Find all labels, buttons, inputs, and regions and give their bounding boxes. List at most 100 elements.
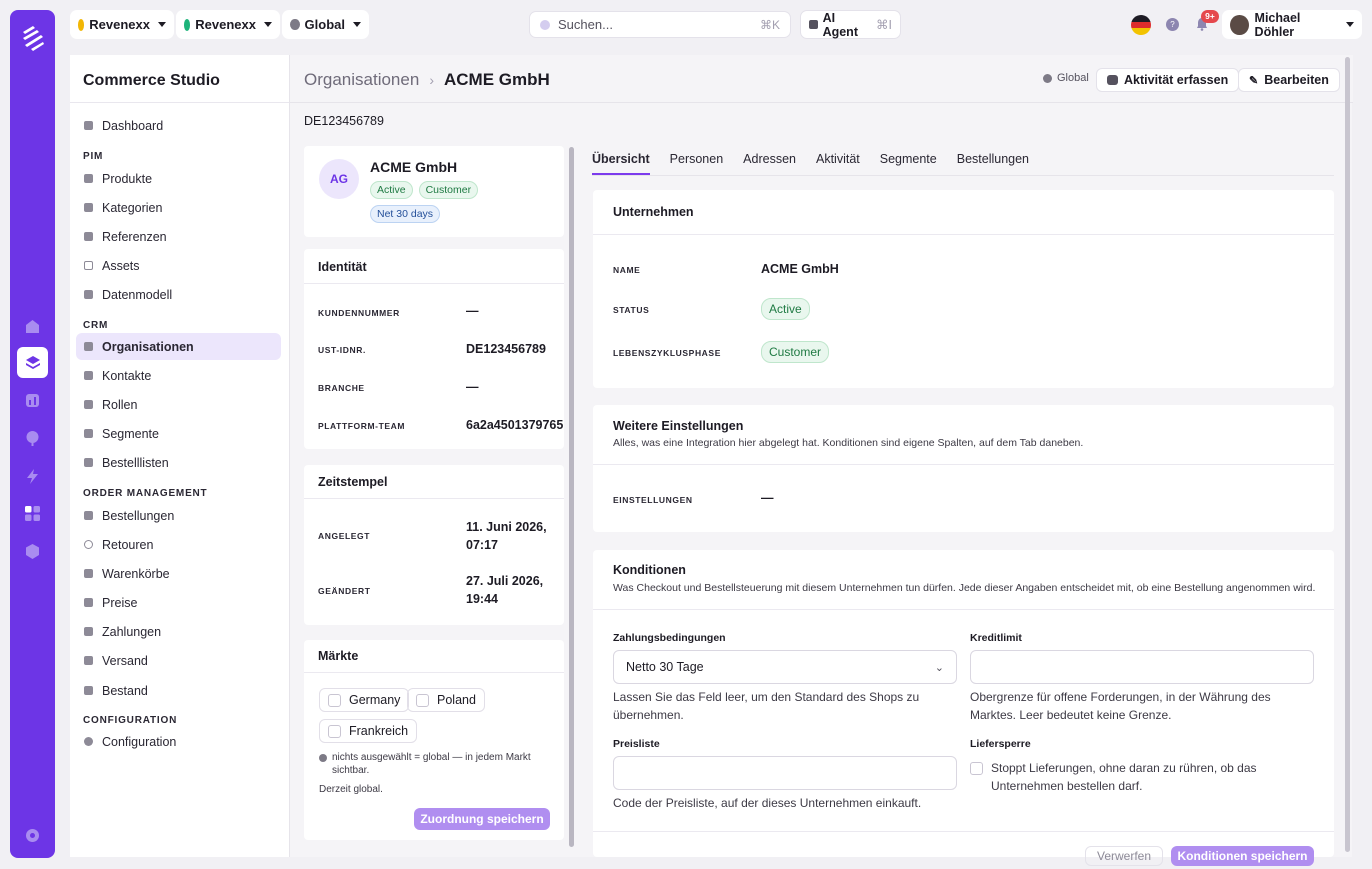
sidebar-item-label: Rollen [102,397,138,412]
sidebar-item-datenmodell[interactable]: Datenmodell [76,281,281,308]
checkbox[interactable] [328,693,341,707]
sidebar-item-organisationen[interactable]: Organisationen [76,333,281,360]
checkbox[interactable] [416,693,429,707]
edit-label: Bearbeiten [1264,73,1329,87]
tab-segmente[interactable]: Segmente [880,145,937,175]
section-heading-order-management: ORDER MANAGEMENT [83,488,208,499]
sidebar-item-label: Retouren [102,537,154,552]
search-input[interactable]: Suchen... ⌘K [529,11,791,38]
sidebar-item-bestelllisten[interactable]: Bestelllisten [76,449,281,476]
sidebar-item-label: Preise [102,595,138,610]
sidebar-item-zahlungen[interactable]: Zahlungen [76,618,281,645]
page-header: Organisationen › ACME GmbH Global Aktivi… [290,55,1353,103]
app-logo-icon[interactable] [19,24,47,52]
payment-terms-select[interactable]: Netto 30 Tage ⌄ [613,650,957,684]
platform-team-label: PLATTFORM-TEAM [318,421,406,431]
tab-adressen[interactable]: Adressen [743,145,796,175]
sidebar-item-label: Bestellungen [102,508,175,523]
sidebar-item-kategorien[interactable]: Kategorien [76,194,281,221]
sidebar-item-warenkoerbe[interactable]: Warenkörbe [76,560,281,587]
globe-icon [1043,73,1052,83]
ai-agent-shortcut: ⌘I [876,18,892,32]
home-icon[interactable] [20,314,45,339]
sidebar-item-label: Segmente [102,426,159,441]
section-heading-configuration: CONFIGURATION [83,715,178,726]
category-icon [84,203,93,212]
settings-label: EINSTELLUNGEN [613,495,693,505]
tab-personen[interactable]: Personen [670,145,724,175]
identity-card: Identität KUNDENNUMMER — UST-IDNR. DE123… [304,249,564,449]
language-flag-icon[interactable] [1131,15,1151,35]
location-icon[interactable] [20,426,45,451]
save-markets-button[interactable]: Zuordnung speichern [414,808,550,830]
sidebar-item-referenzen[interactable]: Referenzen [76,223,281,250]
main-scrollbar[interactable] [1345,57,1350,852]
tab-bestellungen[interactable]: Bestellungen [957,145,1029,175]
lifecycle-badge: Customer [761,341,830,363]
sidebar-item-label: Configuration [102,734,177,749]
sidebar-item-label: Datenmodell [102,287,173,302]
sidebar-item-segmente[interactable]: Segmente [76,420,281,447]
sidebar-item-dashboard[interactable]: Dashboard [76,112,281,139]
markets-current: Derzeit global. [319,784,383,795]
company-name-label: NAME [613,265,641,275]
ai-agent-button[interactable]: AI Agent ⌘I [800,10,901,39]
sidebar-item-label: Bestelllisten [102,455,169,470]
scope-selector-label: Global [304,17,345,32]
sidebar-item-label: Dashboard [102,118,164,133]
breadcrumb-parent-link[interactable]: Organisationen [304,70,419,90]
save-conditions-button[interactable]: Konditionen speichern [1171,846,1314,866]
sidebar-item-rollen[interactable]: Rollen [76,391,281,418]
sidebar-item-preise[interactable]: Preise [76,589,281,616]
log-activity-button[interactable]: Aktivität erfassen [1096,68,1240,92]
user-menu[interactable]: Michael Döhler [1222,10,1362,39]
sidebar-item-label: Kontakte [102,368,152,383]
sidebar-item-produkte[interactable]: Produkte [76,165,281,192]
vat-id: DE123456789 [304,114,384,128]
left-column-scrollbar[interactable] [569,147,574,847]
tab-aktivitaet[interactable]: Aktivität [816,145,860,175]
lightning-icon[interactable] [20,464,45,489]
delivery-block-label: Liefersperre [970,738,1031,750]
market-checkbox-frankreich[interactable]: Frankreich [319,719,418,743]
channel-selector[interactable]: Revenexx [176,10,280,39]
company-name-value: ACME GmbH [761,262,839,276]
modified-time: 19:44 [466,592,498,606]
chat-icon [1107,75,1118,85]
layers-icon[interactable] [17,347,48,378]
settings-gear-icon[interactable] [20,823,45,848]
market-checkbox-poland[interactable]: Poland [407,688,485,712]
price-list-field[interactable] [613,756,957,790]
conditions-card: Konditionen Was Checkout und Bestellsteu… [593,550,1334,866]
checkbox[interactable] [328,724,341,738]
discard-button[interactable]: Verwerfen [1085,846,1164,866]
breadcrumb: Organisationen › ACME GmbH [304,70,550,90]
chevron-right-icon: › [429,72,434,88]
market-checkbox-germany[interactable]: Germany [319,688,410,712]
delivery-block-checkbox[interactable]: Stoppt Lieferungen, ohne daran zu rühren… [970,759,1257,795]
settings-title: Weitere Einstellungen [613,419,744,433]
checkbox[interactable] [970,762,983,775]
market-label: Germany [349,693,401,707]
sidebar-item-kontakte[interactable]: Kontakte [76,362,281,389]
tab-uebersicht[interactable]: Übersicht [592,145,650,175]
help-icon[interactable]: ? [1166,18,1179,31]
sidebar-item-versand[interactable]: Versand [76,647,281,674]
sidebar-item-assets[interactable]: Assets [76,252,281,279]
divider [70,102,289,103]
credit-limit-field[interactable] [970,650,1314,684]
search-shortcut: ⌘K [759,17,780,32]
analytics-icon[interactable] [20,388,45,413]
sidebar-item-bestellungen[interactable]: Bestellungen [76,502,281,529]
sidebar: Commerce Studio Dashboard PIM Produkte K… [70,55,289,857]
org-selector[interactable]: Revenexx [70,10,174,39]
sidebar-item-bestand[interactable]: Bestand [76,677,281,704]
payment-terms-help-line1: Lassen Sie das Feld leer, um den Standar… [613,690,920,704]
apps-grid-icon[interactable] [20,501,45,526]
sidebar-item-retouren[interactable]: Retouren [76,531,281,558]
identity-title: Identität [318,260,367,274]
scope-selector[interactable]: Global [282,10,369,39]
cube-icon[interactable] [20,539,45,564]
sidebar-item-configuration[interactable]: Configuration [76,728,281,755]
edit-button[interactable]: ✎ Bearbeiten [1238,68,1340,92]
